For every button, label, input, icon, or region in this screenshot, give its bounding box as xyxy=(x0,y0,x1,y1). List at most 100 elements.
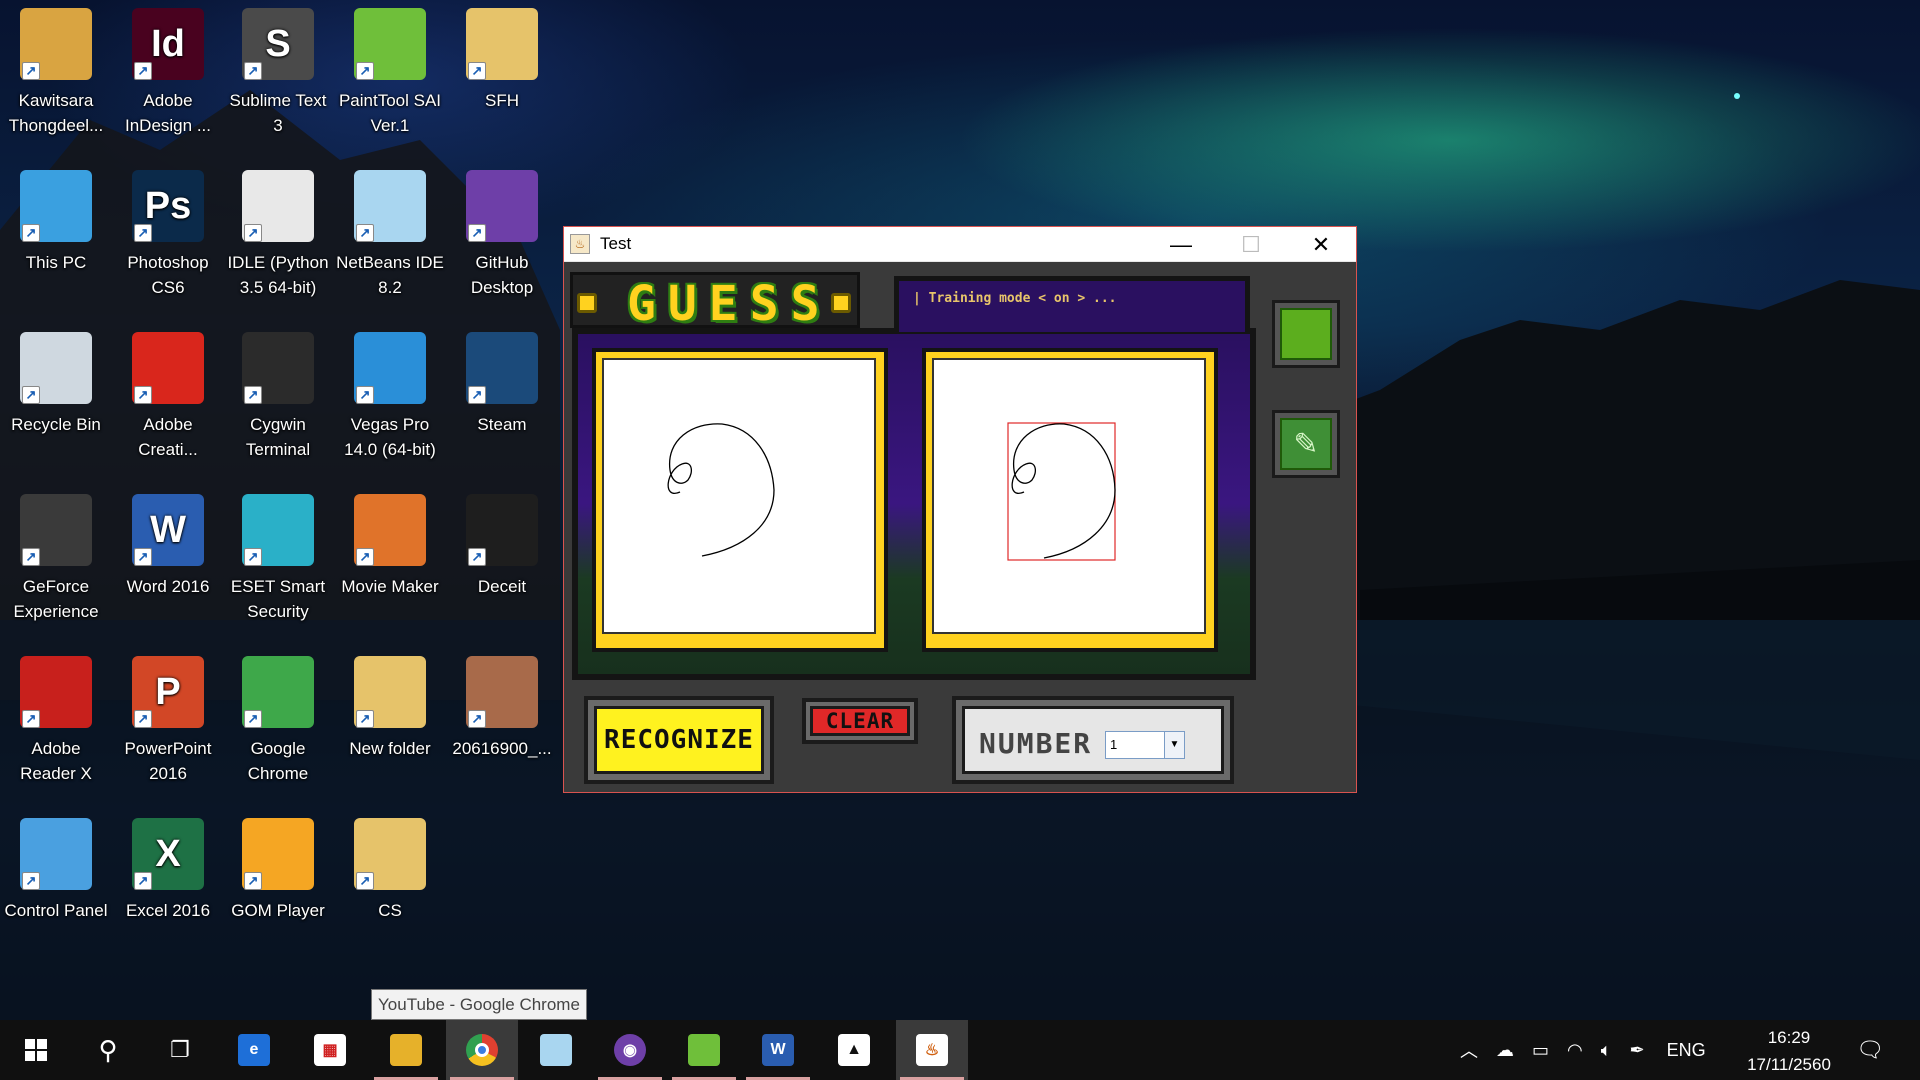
pen-icon[interactable]: ✒ xyxy=(1630,1040,1645,1061)
shortcut-arrow-icon: ↗ xyxy=(244,872,262,890)
image-file-icon: ↗ xyxy=(466,656,538,728)
desktop-icon-creative-cloud-icon[interactable]: ↗ Adobe Creati... xyxy=(114,326,222,476)
taskbar-word[interactable]: W xyxy=(742,1020,814,1080)
drawing-canvas-frame xyxy=(592,348,888,652)
desktop-icon-label: New folder xyxy=(349,739,431,758)
desktop-icon-word-icon[interactable]: W ↗ Word 2016 xyxy=(114,488,222,638)
edit-mode-button[interactable]: ✎ xyxy=(1272,410,1340,478)
logo-left-dot xyxy=(577,293,597,313)
wifi-icon[interactable]: ◠ xyxy=(1567,1040,1583,1061)
desktop-icon-steam-icon[interactable]: ↗ Steam xyxy=(448,326,556,476)
desktop-icon-chrome-icon[interactable]: ↗ Google Chrome xyxy=(224,650,332,800)
desktop-icon-user-folder-icon[interactable]: ↗ Kawitsara Thongdeel... xyxy=(2,2,110,152)
number-select[interactable]: 1 ▼ xyxy=(1105,731,1185,759)
taskbar-chrome[interactable] xyxy=(446,1020,518,1080)
preview-canvas xyxy=(932,358,1206,634)
logo-bar: GUESS xyxy=(570,272,860,332)
chevron-down-icon[interactable]: ▼ xyxy=(1164,732,1184,758)
taskbar-photos[interactable]: ▲ xyxy=(818,1020,890,1080)
task-view-icon: ❐ xyxy=(170,1037,190,1062)
computer-icon: ↗ xyxy=(20,170,92,242)
desktop-icon-netbeans-icon[interactable]: ↗ NetBeans IDE 8.2 xyxy=(336,164,444,314)
desktop-icon-python-idle-icon[interactable]: ↗ IDLE (Python 3.5 64-bit) xyxy=(224,164,332,314)
input-language[interactable]: ENG xyxy=(1667,1040,1706,1061)
taskbar: ⚲ ❐ e ▦ ◉ W ▲ ♨ ︿ ☁ ▭ ◠ 🔈︎ ✒ ENG 16:29 1… xyxy=(0,1020,1920,1080)
window-titlebar[interactable]: ♨ Test — ☐ ✕ xyxy=(564,227,1356,262)
battery-icon[interactable]: ▭ xyxy=(1532,1040,1549,1061)
app-content: GUESS | Training mode < on > ... ✎ RECOG… xyxy=(564,262,1356,792)
shortcut-arrow-icon: ↗ xyxy=(22,386,40,404)
onedrive-icon[interactable]: ☁ xyxy=(1496,1040,1514,1061)
task-view-button[interactable]: ❐ xyxy=(144,1020,216,1080)
desktop-icon-folder-icon[interactable]: ↗ New folder xyxy=(336,650,444,800)
desktop-icon-adobe-reader-icon[interactable]: ↗ Adobe Reader X xyxy=(2,650,110,800)
shortcut-arrow-icon: ↗ xyxy=(134,548,152,566)
desktop-icon-indesign-icon[interactable]: Id ↗ Adobe InDesign ... xyxy=(114,2,222,152)
shortcut-arrow-icon: ↗ xyxy=(356,710,374,728)
desktop-icon-label: SFH xyxy=(485,91,519,110)
desktop-icon-label: GitHub Desktop xyxy=(470,253,534,297)
shortcut-arrow-icon: ↗ xyxy=(244,548,262,566)
taskbar-java-app[interactable]: ♨ xyxy=(896,1020,968,1080)
taskbar-painttool[interactable] xyxy=(668,1020,740,1080)
shortcut-arrow-icon: ↗ xyxy=(134,62,152,80)
taskbar-edge[interactable]: e xyxy=(218,1020,290,1080)
desktop-icon-movie-maker-icon[interactable]: ↗ Movie Maker xyxy=(336,488,444,638)
recognize-label: RECOGNIZE xyxy=(594,706,764,774)
volume-icon[interactable]: 🔈︎ xyxy=(1601,1040,1612,1061)
movie-maker-icon: ↗ xyxy=(354,494,426,566)
desktop-icon-geforce-icon[interactable]: ↗ GeForce Experience xyxy=(2,488,110,638)
taskbar-file-explorer[interactable] xyxy=(370,1020,442,1080)
excel-icon: X ↗ xyxy=(132,818,204,890)
desktop-icon-label: ESET Smart Security xyxy=(230,577,326,621)
taskbar-store[interactable]: ▦ xyxy=(294,1020,366,1080)
number-panel: NUMBER 1 ▼ xyxy=(952,696,1234,784)
desktop-icon-label: NetBeans IDE 8.2 xyxy=(336,253,444,297)
desktop-icon-label: CS xyxy=(378,901,402,920)
drawing-canvas[interactable] xyxy=(602,358,876,634)
desktop-icon-powerpoint-icon[interactable]: P ↗ PowerPoint 2016 xyxy=(114,650,222,800)
python-idle-icon: ↗ xyxy=(242,170,314,242)
green-toggle-button[interactable] xyxy=(1272,300,1340,368)
taskbar-netbeans[interactable] xyxy=(520,1020,592,1080)
desktop-icon-computer-icon[interactable]: ↗ This PC xyxy=(2,164,110,314)
desktop-icon-label: Recycle Bin xyxy=(11,415,101,434)
desktop-icon-painttool-sai-icon[interactable]: ↗ PaintTool SAI Ver.1 xyxy=(336,2,444,152)
clear-button[interactable]: CLEAR xyxy=(802,698,918,744)
desktop-icon-gom-player-icon[interactable]: ↗ GOM Player xyxy=(224,812,332,962)
control-panel-icon: ↗ xyxy=(20,818,92,890)
action-center-button[interactable]: 🗨︎ xyxy=(1840,1020,1900,1080)
shortcut-arrow-icon: ↗ xyxy=(244,710,262,728)
desktop-icon-github-desktop-icon[interactable]: ↗ GitHub Desktop xyxy=(448,164,556,314)
desktop-icon-image-file-icon[interactable]: ↗ 20616900_... xyxy=(448,650,556,800)
desktop-icon-label: Vegas Pro 14.0 (64-bit) xyxy=(344,415,436,459)
desktop-icon-deceit-icon[interactable]: ↗ Deceit xyxy=(448,488,556,638)
desktop-icon-eset-icon[interactable]: ↗ ESET Smart Security xyxy=(224,488,332,638)
minimize-button[interactable]: — xyxy=(1146,227,1216,262)
maximize-button[interactable]: ☐ xyxy=(1216,227,1286,262)
desktop-icon-folder-icon[interactable]: ↗ CS xyxy=(336,812,444,962)
desktop-icon-cygwin-terminal-icon[interactable]: ↗ Cygwin Terminal xyxy=(224,326,332,476)
show-hidden-icons-icon[interactable]: ︿ xyxy=(1460,1037,1478,1063)
taskbar-clock[interactable]: 16:29 17/11/2560 xyxy=(1734,1024,1844,1078)
guess-logo: GUESS xyxy=(627,276,832,332)
eset-icon: ↗ xyxy=(242,494,314,566)
desktop-icon-control-panel-icon[interactable]: ↗ Control Panel xyxy=(2,812,110,962)
desktop-icon-excel-icon[interactable]: X ↗ Excel 2016 xyxy=(114,812,222,962)
recognize-button[interactable]: RECOGNIZE xyxy=(584,696,774,784)
github-icon: ◉ xyxy=(614,1034,646,1066)
number-select-value: 1 xyxy=(1110,737,1118,752)
search-button[interactable]: ⚲ xyxy=(72,1020,144,1080)
desktop-icon-vegas-pro-icon[interactable]: ↗ Vegas Pro 14.0 (64-bit) xyxy=(336,326,444,476)
close-button[interactable]: ✕ xyxy=(1286,227,1356,262)
shortcut-arrow-icon: ↗ xyxy=(244,386,262,404)
deceit-icon: ↗ xyxy=(466,494,538,566)
guess-app-window[interactable]: ♨ Test — ☐ ✕ GUESS | Training mode < on … xyxy=(563,226,1357,793)
taskbar-github[interactable]: ◉ xyxy=(594,1020,666,1080)
desktop-icon-recycle-bin-icon[interactable]: ↗ Recycle Bin xyxy=(2,326,110,476)
desktop-icon-sublime-text-icon[interactable]: S ↗ Sublime Text 3 xyxy=(224,2,332,152)
start-button[interactable] xyxy=(0,1020,72,1080)
desktop-icon-photoshop-icon[interactable]: Ps ↗ Photoshop CS6 xyxy=(114,164,222,314)
window-title: Test xyxy=(600,234,632,253)
desktop-icon-folder-icon[interactable]: ↗ SFH xyxy=(448,2,556,152)
